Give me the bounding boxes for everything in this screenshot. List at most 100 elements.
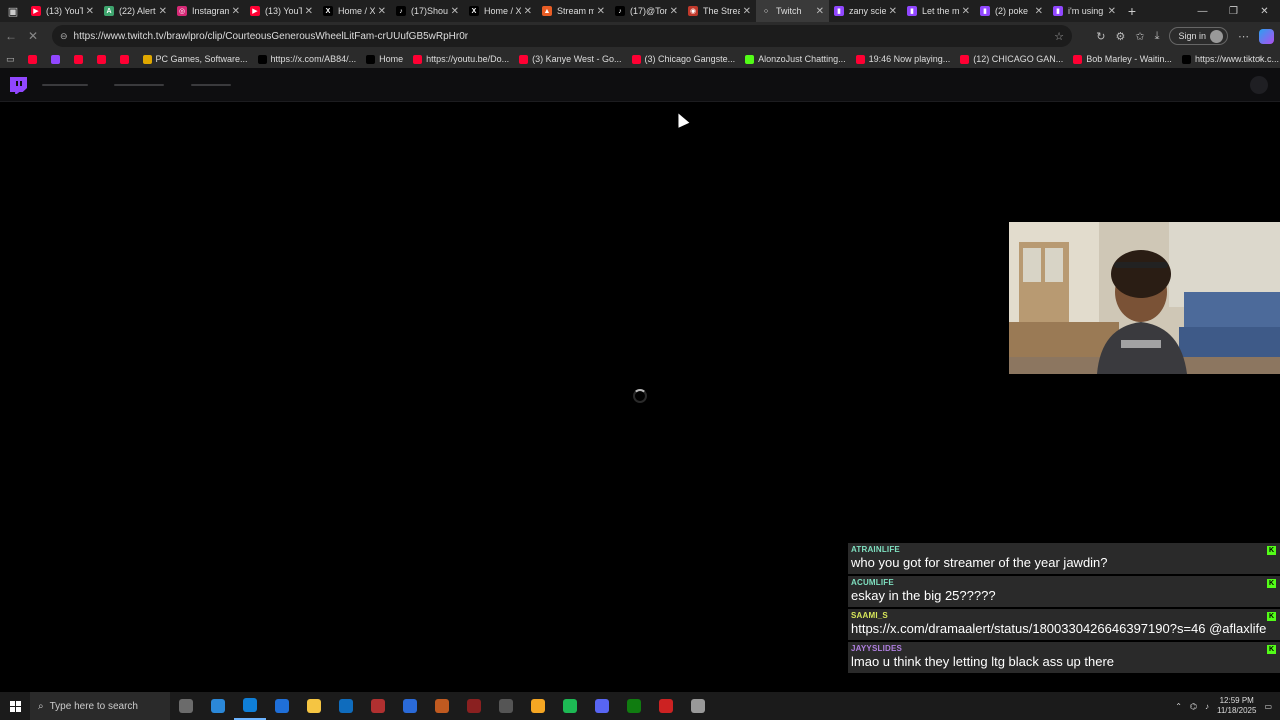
browser-tab[interactable]: ▮ zany scie ✕ xyxy=(829,0,902,22)
bookmark-item[interactable]: https://youtu.be/Do... xyxy=(408,54,514,64)
taskbar-app-icon[interactable] xyxy=(170,692,202,720)
tab-favicon-icon: ♪ xyxy=(396,6,406,16)
extensions-icon[interactable]: ⚙ xyxy=(1116,30,1126,43)
minimize-icon[interactable]: — xyxy=(1187,0,1218,22)
browser-tab[interactable]: ▲ Stream m ✕ xyxy=(537,0,610,22)
taskbar-search[interactable]: ⌕ Type here to search xyxy=(30,692,170,720)
taskbar-app-icon[interactable] xyxy=(458,692,490,720)
taskbar-app-icon[interactable] xyxy=(202,692,234,720)
tab-close-icon[interactable]: ✕ xyxy=(159,6,167,17)
browser-tab[interactable]: ♪ (17)@Tor ✕ xyxy=(610,0,683,22)
tab-close-icon[interactable]: ✕ xyxy=(378,6,386,17)
tab-close-icon[interactable]: ✕ xyxy=(1108,6,1116,17)
bookmark-item[interactable] xyxy=(92,54,115,64)
browser-tab[interactable]: ▶ (13) YouT ✕ xyxy=(26,0,99,22)
tab-close-icon[interactable]: ✕ xyxy=(232,6,240,17)
restore-icon[interactable]: ❐ xyxy=(1218,0,1249,22)
tab-close-icon[interactable]: ✕ xyxy=(86,6,94,17)
browser-tab[interactable]: X Home / X ✕ xyxy=(464,0,537,22)
browser-tab[interactable]: ○ Twitch ✕ xyxy=(756,0,829,22)
twitch-logo-icon[interactable] xyxy=(10,77,27,94)
close-window-icon[interactable]: ✕ xyxy=(1249,0,1280,22)
browser-tab[interactable]: ▮ (2) poke ✕ xyxy=(975,0,1048,22)
notifications-icon[interactable]: ▭ xyxy=(1264,702,1272,711)
bookmark-item[interactable] xyxy=(23,54,46,64)
url-bar[interactable]: ⊖ https://www.twitch.tv/brawlpro/clip/Co… xyxy=(52,25,1072,47)
browser-tab[interactable]: ◎ Instagram ✕ xyxy=(172,0,245,22)
site-info-icon[interactable]: ⊖ xyxy=(60,31,68,42)
browser-tab[interactable]: X Home / X ✕ xyxy=(318,0,391,22)
taskbar-clock[interactable]: 12:59 PM 11/18/2025 xyxy=(1217,696,1256,716)
taskbar-app-icon[interactable] xyxy=(266,692,298,720)
bookmark-item[interactable] xyxy=(69,54,92,64)
taskbar-app-icon[interactable] xyxy=(362,692,394,720)
taskbar-app-icon[interactable] xyxy=(522,692,554,720)
taskbar-app-icon[interactable] xyxy=(490,692,522,720)
bookmark-item[interactable]: (12) CHICAGO GAN... xyxy=(955,54,1068,64)
url-text[interactable]: https://www.twitch.tv/brawlpro/clip/Cour… xyxy=(74,31,469,42)
chat-username[interactable]: ATRAINLIFE xyxy=(851,545,1277,554)
more-menu-icon[interactable]: ⋯ xyxy=(1238,30,1249,43)
tab-close-icon[interactable]: ✕ xyxy=(962,6,970,17)
tab-close-icon[interactable]: ✕ xyxy=(816,6,824,17)
sign-in-button[interactable]: Sign in xyxy=(1169,27,1228,45)
network-icon[interactable]: ⌬ xyxy=(1190,702,1197,711)
bookmark-item[interactable]: Bob Marley - Waitin... xyxy=(1068,54,1177,64)
bookmark-item[interactable]: AlonzoJust Chatting... xyxy=(740,54,851,64)
start-button[interactable] xyxy=(0,700,30,712)
chat-username[interactable]: ACUMLIFE xyxy=(851,578,1277,587)
tab-title: (13) YouT xyxy=(46,6,83,16)
volume-icon[interactable]: ♪ xyxy=(1205,702,1209,711)
collections-icon[interactable]: ▭ xyxy=(6,54,15,65)
bookmark-item[interactable]: https://www.tiktok.c... xyxy=(1177,54,1280,64)
tab-title: (13) YouT xyxy=(265,6,302,16)
taskbar-app-icon[interactable] xyxy=(682,692,714,720)
bookmark-item[interactable]: PC Games, Software... xyxy=(138,54,253,64)
taskbar-app-icon[interactable] xyxy=(330,692,362,720)
tab-close-icon[interactable]: ✕ xyxy=(1035,6,1043,17)
back-icon[interactable]: ← xyxy=(0,29,22,43)
tab-close-icon[interactable]: ✕ xyxy=(670,6,678,17)
tab-close-icon[interactable]: ✕ xyxy=(597,6,605,17)
browser-tab[interactable]: A (22) Alert ✕ xyxy=(99,0,172,22)
user-avatar-placeholder[interactable] xyxy=(1250,76,1268,94)
tray-overflow-icon[interactable]: ⌃ xyxy=(1175,702,1182,711)
chat-username[interactable]: SAAMI_S xyxy=(851,611,1277,620)
bookmark-item[interactable] xyxy=(46,54,69,64)
taskbar-app-icon[interactable] xyxy=(586,692,618,720)
tab-close-icon[interactable]: ✕ xyxy=(305,6,313,17)
bookmark-item[interactable]: https://x.com/AB84/... xyxy=(253,54,362,64)
chat-message: ATRAINLIFE who you got for streamer of th… xyxy=(848,543,1280,574)
stop-loading-icon[interactable]: ✕ xyxy=(22,29,44,43)
tab-close-icon[interactable]: ✕ xyxy=(524,6,532,17)
taskbar-app-icon[interactable] xyxy=(650,692,682,720)
bookmark-item[interactable] xyxy=(115,54,138,64)
downloads-icon[interactable]: ⤓ xyxy=(1155,30,1160,43)
taskbar-app-icon[interactable] xyxy=(426,692,458,720)
browser-tab[interactable]: ♪ (17)Shou ✕ xyxy=(391,0,464,22)
bookmark-item[interactable]: (3) Kanye West - Go... xyxy=(514,54,626,64)
tab-close-icon[interactable]: ✕ xyxy=(451,6,459,17)
bookmark-item[interactable]: (3) Chicago Gangste... xyxy=(627,54,741,64)
browser-tab[interactable]: ▶ (13) YouT ✕ xyxy=(245,0,318,22)
browser-tab[interactable]: ▮ i'm using ✕ xyxy=(1048,0,1121,22)
taskbar-app-icon[interactable] xyxy=(618,692,650,720)
favorite-star-icon[interactable]: ☆ xyxy=(1054,30,1064,43)
copilot-icon[interactable] xyxy=(1259,28,1274,44)
favorites-icon[interactable]: ✩ xyxy=(1135,30,1144,43)
taskbar-app-icon[interactable] xyxy=(554,692,586,720)
bookmark-item[interactable]: Home xyxy=(361,54,408,64)
browser-tab[interactable]: ◉ The Strea ✕ xyxy=(683,0,756,22)
tab-close-icon[interactable]: ✕ xyxy=(743,6,751,17)
window-menu-icon[interactable]: ▣ xyxy=(0,0,26,22)
taskbar-app-icon[interactable] xyxy=(298,692,330,720)
bookmark-item[interactable]: 19:46 Now playing... xyxy=(851,54,956,64)
tab-close-icon[interactable]: ✕ xyxy=(889,6,897,17)
refresh-extension-icon[interactable]: ↻ xyxy=(1096,30,1105,43)
taskbar-app-icon[interactable] xyxy=(394,692,426,720)
browser-tab[interactable]: ▮ Let the m ✕ xyxy=(902,0,975,22)
chat-username[interactable]: JAYYSLIDES xyxy=(851,644,1277,653)
new-tab-button[interactable]: + xyxy=(1121,3,1143,19)
taskbar-app-icon[interactable] xyxy=(234,692,266,720)
bookmarks-overflow-icon[interactable]: › xyxy=(1258,53,1262,65)
